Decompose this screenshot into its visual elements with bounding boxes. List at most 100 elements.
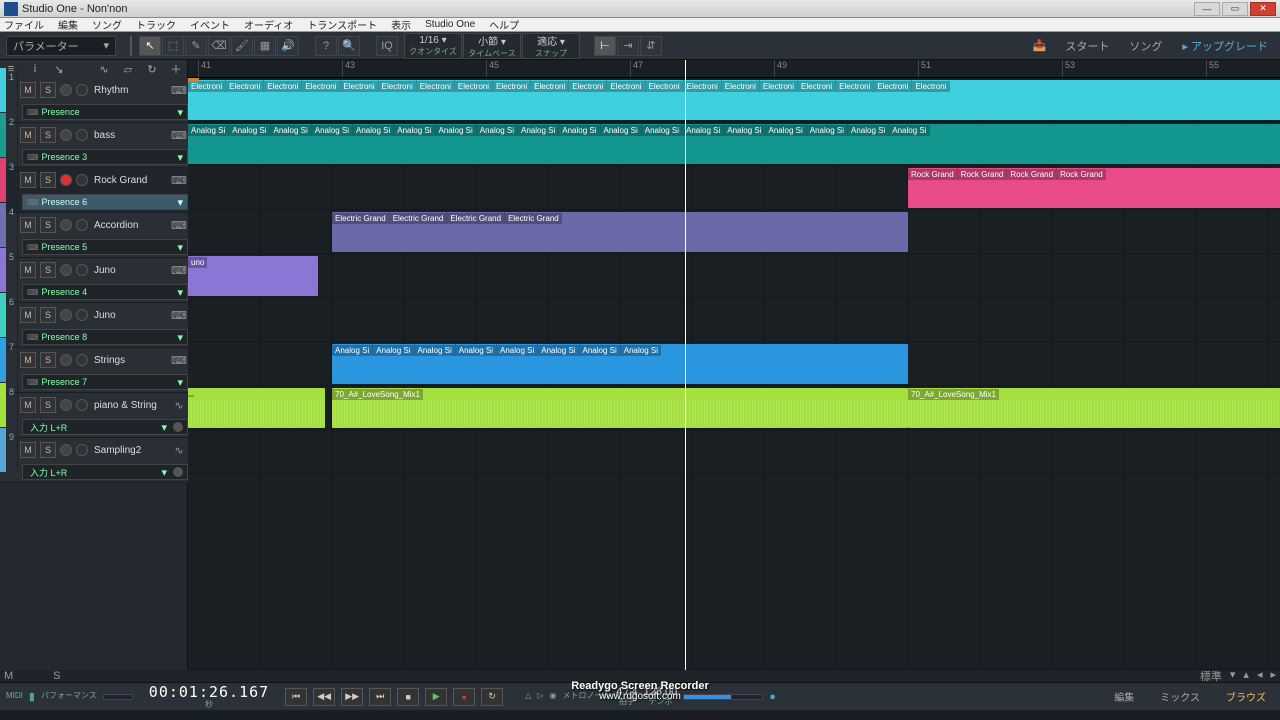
track-lane-Accordion[interactable]: Electric GrandElectric GrandElectric Gra… <box>188 210 1280 254</box>
empty-area[interactable] <box>188 474 1280 670</box>
mute-button[interactable]: M <box>20 82 36 98</box>
keyboard-icon[interactable]: ⌨ <box>170 264 188 277</box>
menu-Studio One[interactable]: Studio One <box>425 19 475 30</box>
track-header-Juno[interactable]: 6 M S Juno ⌨ ⌨Presence 8▾ <box>0 303 188 348</box>
snap-スナップ[interactable]: 適応 ▾スナップ <box>522 33 580 59</box>
solo-button[interactable]: S <box>40 127 56 143</box>
maximize-button[interactable]: ▭ <box>1222 2 1248 16</box>
track-header-Rhythm[interactable]: 1 M S Rhythm ⌨ ⌨Presence▾ <box>0 78 188 123</box>
clip[interactable]: Electric GrandElectric GrandElectric Gra… <box>332 212 908 252</box>
track-name[interactable]: Strings <box>90 355 170 366</box>
monitor-button[interactable] <box>76 264 88 276</box>
instrument-preset[interactable]: ⌨Presence 3▾ <box>22 149 188 165</box>
loop-button[interactable]: ↻ <box>481 688 503 706</box>
monitor-button[interactable] <box>76 219 88 231</box>
record-arm-button[interactable] <box>60 264 72 276</box>
play-button[interactable]: ▶ <box>425 688 447 706</box>
menu-ヘルプ[interactable]: ヘルプ <box>489 17 519 32</box>
record-arm-button[interactable] <box>60 354 72 366</box>
forward-button[interactable]: ▶▶ <box>341 688 363 706</box>
mute-button[interactable]: M <box>20 262 36 278</box>
snap-end-icon[interactable]: ⇥ <box>617 36 639 56</box>
menu-編集[interactable]: 編集 <box>58 17 78 32</box>
keyboard-icon[interactable]: ⌨ <box>170 174 188 187</box>
solo-button[interactable]: S <box>40 307 56 323</box>
solo-button[interactable]: S <box>40 262 56 278</box>
paint-tool-icon[interactable]: 🖌 <box>231 36 253 56</box>
menu-ソング[interactable]: ソング <box>92 17 122 32</box>
cycle-marker[interactable] <box>188 78 199 82</box>
track-name[interactable]: Juno <box>90 310 170 321</box>
record-arm-button[interactable] <box>60 129 72 141</box>
keyboard-icon[interactable]: ⌨ <box>170 84 188 97</box>
record-arm-button[interactable] <box>60 444 72 456</box>
erase-tool-icon[interactable]: ⌫ <box>208 36 230 56</box>
close-button[interactable]: ✕ <box>1250 2 1276 16</box>
waveform-icon[interactable]: ∿ <box>170 399 188 412</box>
track-header-Strings[interactable]: 7 M S Strings ⌨ ⌨Presence 7▾ <box>0 348 188 393</box>
track-lane-Sampling2[interactable] <box>188 430 1280 474</box>
snap-タイムベース[interactable]: 小節 ▾タイムベース <box>463 33 521 59</box>
record-arm-button[interactable] <box>60 399 72 411</box>
inbox-icon[interactable]: 📥 <box>1027 36 1051 56</box>
menu-トランスポート[interactable]: トランスポート <box>307 17 377 32</box>
goto-start-button[interactable]: ⏮ <box>285 688 307 706</box>
zoom-in-v-icon[interactable]: ▴ <box>1243 668 1249 684</box>
instrument-preset[interactable]: ⌨Presence▾ <box>22 104 188 120</box>
record-arm-button[interactable] <box>60 219 72 231</box>
solo-button[interactable]: S <box>40 217 56 233</box>
solo-button[interactable]: S <box>40 442 56 458</box>
keyboard-icon[interactable]: ⌨ <box>170 219 188 232</box>
solo-button[interactable]: S <box>40 352 56 368</box>
rewind-button[interactable]: ◀◀ <box>313 688 335 706</box>
zoom-in-h-icon[interactable]: ▸ <box>1270 668 1276 684</box>
monitor-button[interactable] <box>76 354 88 366</box>
mute-button[interactable]: M <box>20 442 36 458</box>
keyboard-icon[interactable]: ⌨ <box>170 129 188 142</box>
record-button[interactable]: ● <box>453 688 475 706</box>
mute-button[interactable]: M <box>20 397 36 413</box>
clip[interactable]: 70_A#_LoveSong_Mix1 <box>908 388 1280 428</box>
mute-button[interactable]: M <box>20 127 36 143</box>
instrument-preset[interactable]: ⌨Presence 4▾ <box>22 284 188 300</box>
goto-end-button[interactable]: ⏭ <box>369 688 391 706</box>
clip[interactable] <box>188 388 325 428</box>
track-header-Juno[interactable]: 5 M S Juno ⌨ ⌨Presence 4▾ <box>0 258 188 303</box>
mute-button[interactable]: M <box>20 172 36 188</box>
mute-button[interactable]: M <box>20 307 36 323</box>
track-lane-bass[interactable]: Analog SiAnalog SiAnalog SiAnalog SiAnal… <box>188 122 1280 166</box>
clip[interactable]: Analog SiAnalog SiAnalog SiAnalog SiAnal… <box>188 124 1280 164</box>
metronome-label[interactable]: メトロノーム <box>562 690 610 701</box>
zoom-out-h-icon[interactable]: ◂ <box>1257 668 1263 684</box>
track-name[interactable]: piano & String <box>90 400 170 411</box>
track-lane-Rock Grand[interactable]: Rock GrandRock GrandRock GrandRock Grand <box>188 166 1280 210</box>
track-header-Rock Grand[interactable]: 3 M S Rock Grand ⌨ ⌨Presence 6▾ <box>0 168 188 213</box>
arrow-tool-icon[interactable]: ↖ <box>139 36 161 56</box>
solo-button[interactable]: S <box>40 82 56 98</box>
track-name[interactable]: Rock Grand <box>90 175 170 186</box>
track-lane-Rhythm[interactable]: ElectroniElectroniElectroniElectroniElec… <box>188 78 1280 122</box>
help-icon[interactable]: ? <box>315 36 337 56</box>
global-solo[interactable]: S <box>53 670 60 682</box>
track-name[interactable]: Juno <box>90 265 170 276</box>
snap-toggle-icon[interactable]: ⊢ <box>594 36 616 56</box>
record-arm-button[interactable] <box>60 309 72 321</box>
monitor-button[interactable] <box>76 399 88 411</box>
track-header-Sampling2[interactable]: 9 M S Sampling2 ∿ 入力 L+R▾ <box>0 438 188 483</box>
mute-button[interactable]: M <box>20 352 36 368</box>
refresh-icon[interactable]: ↻ <box>145 63 159 76</box>
record-arm-button[interactable] <box>60 174 72 186</box>
search-icon[interactable]: 🔍 <box>338 36 360 56</box>
snap-クオンタイズ[interactable]: 1/16 ▾クオンタイズ <box>404 33 462 59</box>
upgrade-button[interactable]: ▸ アップグレード <box>1176 36 1274 56</box>
info-icon[interactable]: i <box>28 63 42 75</box>
clip[interactable]: Analog SiAnalog SiAnalog SiAnalog SiAnal… <box>332 344 908 384</box>
track-name[interactable]: Accordion <box>90 220 170 231</box>
track-name[interactable]: bass <box>90 130 170 141</box>
instrument-preset[interactable]: 入力 L+R▾ <box>22 464 188 480</box>
track-lane-piano & String[interactable]: 70_A#_LoveSong_Mix170_A#_LoveSong_Mix170… <box>188 386 1280 430</box>
performance-label[interactable]: パフォーマンス <box>41 690 97 701</box>
browse-tab[interactable]: ブラウズ <box>1218 687 1274 706</box>
playhead[interactable] <box>685 60 686 78</box>
monitor-button[interactable] <box>76 444 88 456</box>
